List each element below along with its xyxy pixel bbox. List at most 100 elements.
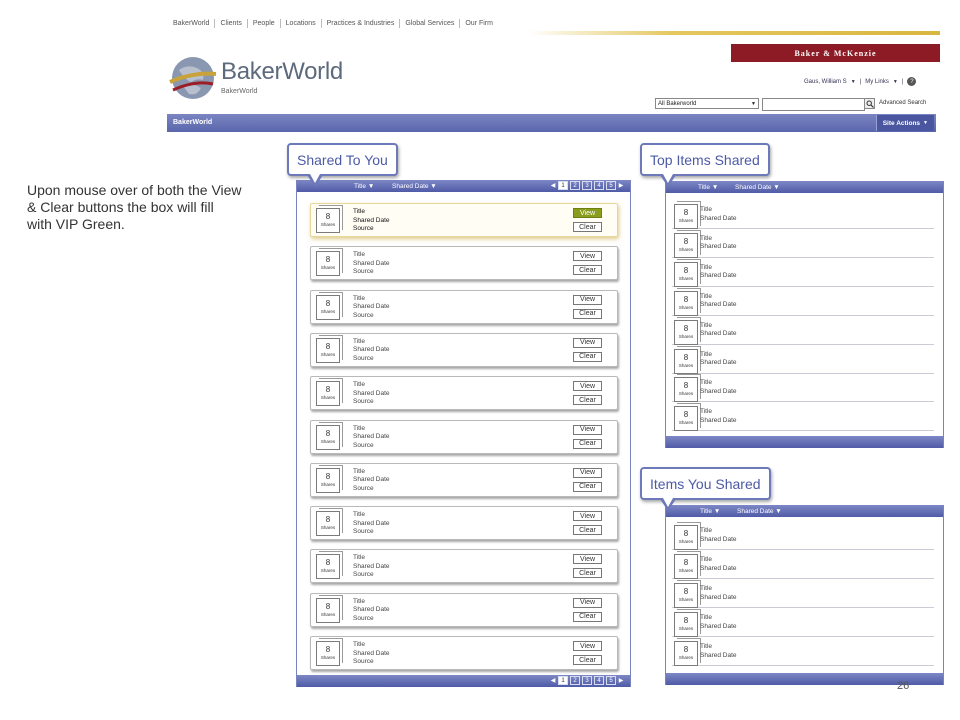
shared-item-card[interactable]: 8 Shares Title Shared Date Source View Clear — [310, 636, 618, 670]
shared-item-card[interactable]: 8 Shares Title Shared Date Source View Clear — [310, 246, 618, 281]
item-title[interactable]: Title — [353, 641, 390, 650]
nav-global-services[interactable]: Global Services — [400, 18, 461, 28]
shared-item-card[interactable]: 8 Shares Title Shared Date Source View Clear — [310, 332, 618, 367]
list-item[interactable]: 8 Shares Title Shared Date — [672, 317, 934, 345]
list-item[interactable]: 8 Shares Title Shared Date — [672, 259, 934, 287]
clear-button[interactable]: Clear — [573, 308, 602, 319]
clear-button[interactable]: Clear — [573, 481, 602, 492]
clear-button[interactable]: Clear — [573, 525, 602, 536]
clear-button[interactable]: Clear — [573, 351, 602, 362]
list-item[interactable]: 8 Shares Title Shared Date — [672, 551, 934, 579]
page-button[interactable]: 1 — [558, 181, 568, 190]
clear-button[interactable]: Clear — [573, 265, 602, 276]
item-title[interactable]: Title — [353, 208, 390, 217]
shared-item-card[interactable]: 8 Shares Title Shared Date Source View Clear — [310, 506, 618, 541]
nav-clients[interactable]: Clients — [215, 18, 248, 28]
site-bar-label[interactable]: BakerWorld — [173, 119, 212, 126]
list-item[interactable]: 8 Shares Title Shared Date — [672, 522, 934, 550]
item-title[interactable]: Title — [700, 351, 737, 360]
list-item[interactable]: 8 Shares Title Shared Date — [672, 609, 934, 637]
my-links-menu[interactable]: My Links — [865, 79, 889, 85]
page-button[interactable]: 4 — [594, 676, 604, 685]
clear-button[interactable]: Clear — [573, 655, 602, 665]
list-item[interactable]: 8 Shares Title Shared Date — [672, 288, 934, 316]
item-title[interactable]: Title — [700, 614, 737, 623]
site-actions-button[interactable]: Site Actions ▼ — [875, 115, 934, 131]
item-title[interactable]: Title — [700, 408, 737, 417]
view-button[interactable]: View — [573, 554, 602, 565]
list-item[interactable]: 8 Shares Title Shared Date — [672, 374, 934, 403]
page-button[interactable]: 5 — [606, 676, 616, 685]
view-button[interactable]: View — [573, 251, 602, 262]
item-title[interactable]: Title — [700, 264, 737, 273]
page-button[interactable]: 2 — [570, 181, 580, 190]
item-title[interactable]: Title — [353, 598, 390, 607]
clear-button[interactable]: Clear — [573, 395, 602, 406]
clear-button[interactable]: Clear — [573, 222, 602, 232]
pager-prev-icon[interactable]: ◀ — [550, 677, 556, 684]
item-title[interactable]: Title — [700, 379, 737, 388]
page-button[interactable]: 4 — [594, 181, 604, 190]
item-title[interactable]: Title — [353, 511, 390, 520]
search-scope-select[interactable]: All Bakerworld ▼ — [655, 98, 759, 109]
shared-item-card[interactable]: 8 Shares Title Shared Date Source View Clear — [310, 549, 618, 584]
item-title[interactable]: Title — [353, 251, 390, 260]
pager-next-icon[interactable]: ▶ — [618, 677, 624, 684]
nav-locations[interactable]: Locations — [281, 18, 322, 28]
user-name-menu[interactable]: Gaus, William S — [804, 79, 847, 85]
view-button[interactable]: View — [573, 424, 602, 435]
view-button[interactable]: View — [573, 641, 602, 651]
shared-item-card[interactable]: 8 Shares Title Shared Date Source View Clear — [310, 419, 618, 454]
nav-practices-industries[interactable]: Practices & Industries — [322, 18, 401, 28]
view-button[interactable]: View — [573, 337, 602, 348]
item-title[interactable]: Title — [700, 293, 737, 302]
view-button[interactable]: View — [573, 381, 602, 392]
view-button[interactable]: View — [573, 208, 602, 218]
clear-button[interactable]: Clear — [573, 568, 602, 579]
view-button[interactable]: View — [573, 597, 602, 608]
page-button[interactable]: 5 — [606, 181, 616, 190]
item-title[interactable]: Title — [353, 338, 390, 347]
view-button[interactable]: View — [573, 467, 602, 478]
item-title[interactable]: Title — [353, 381, 390, 390]
search-input[interactable] — [762, 98, 865, 111]
page-button[interactable]: 3 — [582, 181, 592, 190]
nav-bakerworld[interactable]: BakerWorld — [168, 18, 216, 28]
nav-people[interactable]: People — [248, 18, 281, 28]
item-title[interactable]: Title — [353, 295, 390, 304]
item-title[interactable]: Title — [700, 585, 737, 594]
sort-by-title[interactable]: Title ▼ — [354, 183, 374, 190]
item-title[interactable]: Title — [700, 206, 737, 215]
nav-our-firm[interactable]: Our Firm — [460, 19, 498, 28]
page-button[interactable]: 2 — [570, 676, 580, 685]
item-title[interactable]: Title — [700, 235, 737, 244]
item-title[interactable]: Title — [700, 556, 737, 565]
view-button[interactable]: View — [573, 511, 602, 522]
list-item[interactable]: 8 Shares Title Shared Date — [672, 638, 934, 666]
item-title[interactable]: Title — [700, 527, 737, 536]
list-item[interactable]: 8 Shares Title Shared Date — [672, 580, 934, 608]
item-title[interactable]: Title — [700, 322, 737, 331]
search-icon[interactable] — [864, 98, 875, 109]
shared-item-card[interactable]: 8 Shares Title Shared Date Source View Clear — [310, 289, 618, 324]
list-item[interactable]: 8 Shares Title Shared Date — [672, 230, 934, 258]
advanced-search-link[interactable]: Advanced Search — [879, 100, 926, 106]
help-icon[interactable]: ? — [907, 77, 917, 86]
pager-prev-icon[interactable]: ◀ — [550, 182, 556, 189]
clear-button[interactable]: Clear — [573, 438, 602, 449]
item-title[interactable]: Title — [353, 468, 390, 477]
sort-by-shared-date[interactable]: Shared Date ▼ — [737, 508, 782, 515]
list-item[interactable]: 8 Shares Title Shared Date — [672, 403, 934, 432]
item-title[interactable]: Title — [700, 643, 737, 652]
pager-next-icon[interactable]: ▶ — [618, 182, 624, 189]
item-title[interactable]: Title — [353, 425, 390, 434]
sort-by-shared-date[interactable]: Shared Date ▼ — [735, 184, 780, 191]
clear-button[interactable]: Clear — [573, 611, 602, 622]
shared-item-card[interactable]: 8 Shares Title Shared Date Source View Clear — [310, 592, 618, 627]
sort-by-shared-date[interactable]: Shared Date ▼ — [392, 183, 437, 190]
page-button[interactable]: 3 — [582, 676, 592, 685]
sort-by-title[interactable]: Title ▼ — [700, 508, 720, 515]
list-item[interactable]: 8 Shares Title Shared Date — [672, 346, 934, 374]
list-item[interactable]: 8 Shares Title Shared Date — [672, 201, 934, 229]
view-button[interactable]: View — [573, 294, 602, 305]
